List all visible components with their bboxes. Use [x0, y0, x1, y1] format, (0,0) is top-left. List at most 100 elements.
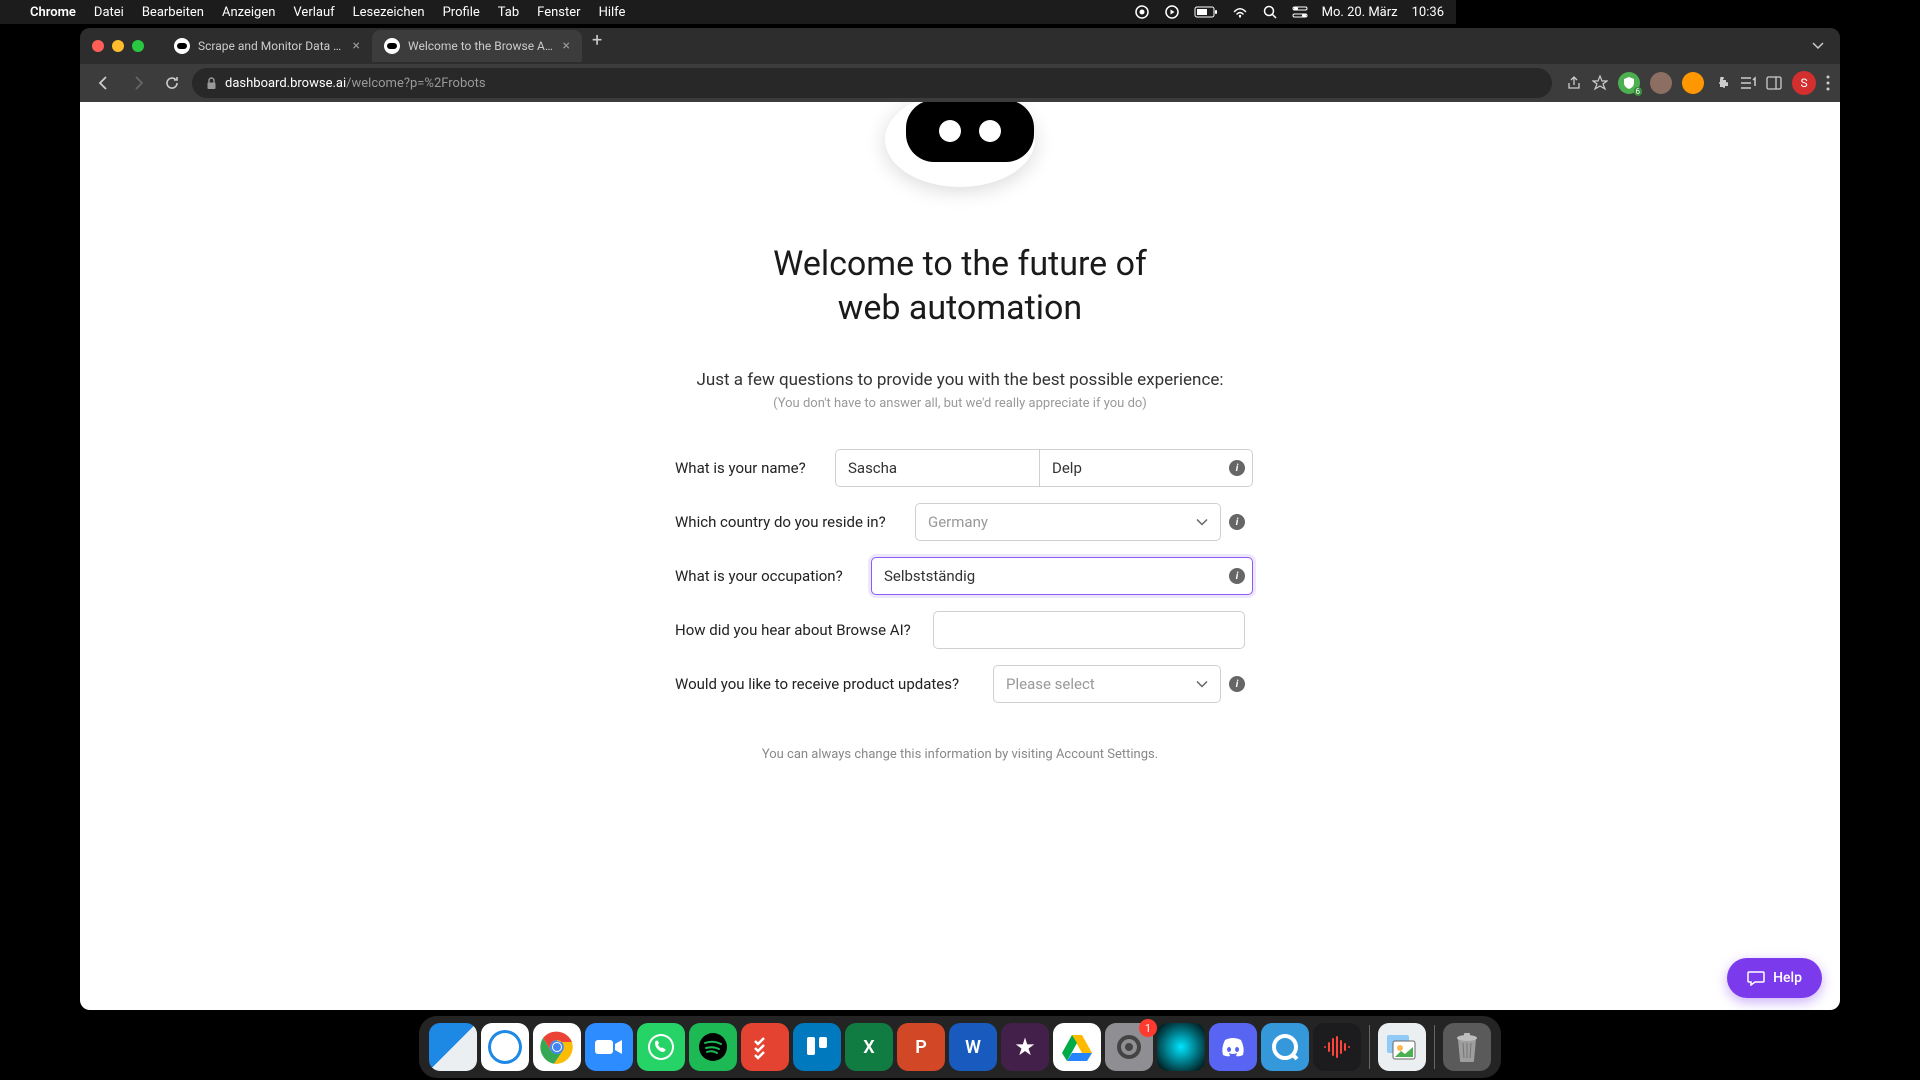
- tab-bar: Scrape and Monitor Data from × Welcome t…: [80, 28, 1840, 64]
- share-icon[interactable]: [1566, 75, 1582, 91]
- dock-preview[interactable]: [1378, 1023, 1426, 1071]
- occupation-input[interactable]: [871, 557, 1253, 595]
- page-content: Welcome to the future of web automation …: [80, 102, 1840, 1010]
- country-select[interactable]: Germany: [915, 503, 1221, 541]
- tab-close-icon[interactable]: ×: [563, 38, 570, 54]
- dock-separator: [1369, 1025, 1370, 1069]
- help-button[interactable]: Help: [1727, 958, 1822, 998]
- tab-favicon-icon: [174, 38, 190, 54]
- info-icon[interactable]: i: [1229, 514, 1245, 530]
- extension-icon[interactable]: [1650, 72, 1672, 94]
- menubar-item[interactable]: Verlauf: [293, 5, 334, 20]
- bookmark-icon[interactable]: [1592, 75, 1608, 91]
- dock-voice-memos[interactable]: [1313, 1023, 1361, 1071]
- updates-select[interactable]: Please select: [993, 665, 1221, 703]
- extension-icon[interactable]: [1682, 72, 1704, 94]
- dock-badge: 1: [1139, 1019, 1157, 1037]
- extension-adblock-icon[interactable]: 6: [1618, 72, 1640, 94]
- dock-zoom[interactable]: [585, 1023, 633, 1071]
- dock-finder[interactable]: [429, 1023, 477, 1071]
- page-subtitle-note: (You don't have to answer all, but we'd …: [773, 396, 1147, 411]
- window-maximize-button[interactable]: [132, 40, 144, 52]
- new-tab-button[interactable]: +: [582, 30, 612, 62]
- footer-note: You can always change this information b…: [762, 747, 1158, 762]
- page-subtitle: Just a few questions to provide you with…: [697, 370, 1224, 390]
- dock-discord[interactable]: [1209, 1023, 1257, 1071]
- mac-dock: X P W ★ 1: [419, 1016, 1501, 1078]
- reload-button[interactable]: [158, 69, 186, 97]
- occupation-label: What is your occupation?: [675, 567, 855, 585]
- menubar-item[interactable]: Fenster: [537, 5, 580, 20]
- dock-trello[interactable]: [793, 1023, 841, 1071]
- robot-logo-icon: [875, 102, 1045, 192]
- side-panel-icon[interactable]: [1766, 76, 1782, 90]
- heard-about-input[interactable]: [933, 611, 1245, 649]
- browser-toolbar: dashboard.browse.ai/welcome?p=%2Frobots …: [80, 64, 1840, 102]
- tab-title: Scrape and Monitor Data from: [198, 39, 345, 53]
- browser-tab-active[interactable]: Welcome to the Browse AI com ×: [372, 30, 582, 62]
- tab-title: Welcome to the Browse AI com: [408, 39, 555, 53]
- dock-imovie[interactable]: ★: [1001, 1023, 1049, 1071]
- country-label: Which country do you reside in?: [675, 513, 898, 531]
- lock-icon: [206, 77, 217, 90]
- search-icon[interactable]: [1262, 4, 1278, 20]
- dock-drive[interactable]: [1053, 1023, 1101, 1071]
- dock-settings[interactable]: 1: [1105, 1023, 1153, 1071]
- tab-close-icon[interactable]: ×: [353, 38, 360, 54]
- menubar-time[interactable]: 10:36: [1412, 5, 1444, 20]
- browser-tab[interactable]: Scrape and Monitor Data from ×: [162, 30, 372, 62]
- window-close-button[interactable]: [92, 40, 104, 52]
- wifi-icon[interactable]: [1232, 6, 1248, 18]
- extension-badge: 6: [1634, 87, 1643, 96]
- menubar-item[interactable]: Bearbeiten: [142, 5, 204, 20]
- dock-safari[interactable]: [481, 1023, 529, 1071]
- dock-whatsapp[interactable]: [637, 1023, 685, 1071]
- menubar-item[interactable]: Profile: [443, 5, 480, 20]
- dock-quicktime[interactable]: [1261, 1023, 1309, 1071]
- dock-trash[interactable]: [1443, 1023, 1491, 1071]
- record-icon[interactable]: [1134, 4, 1150, 20]
- url-path: /welcome?p=%2Frobots: [346, 76, 486, 91]
- extensions-icon[interactable]: [1714, 75, 1730, 91]
- menubar-item[interactable]: Anzeigen: [222, 5, 275, 20]
- url-domain: dashboard.browse.ai: [225, 76, 346, 91]
- chevron-down-icon: [1196, 680, 1208, 688]
- dock-spotify[interactable]: [689, 1023, 737, 1071]
- heard-about-label: How did you hear about Browse AI?: [675, 621, 923, 639]
- menubar-date[interactable]: Mo. 20. März: [1322, 5, 1398, 20]
- tabs-dropdown-icon[interactable]: [1804, 42, 1832, 50]
- info-icon[interactable]: i: [1229, 676, 1245, 692]
- dock-word[interactable]: W: [949, 1023, 997, 1071]
- control-center-icon[interactable]: [1292, 5, 1308, 19]
- mac-menubar: Chrome Datei Bearbeiten Anzeigen Verlauf…: [0, 0, 1456, 24]
- menubar-item[interactable]: Hilfe: [599, 5, 626, 20]
- onboarding-form: What is your name? i Which country do yo…: [675, 449, 1245, 719]
- battery-icon[interactable]: [1194, 6, 1218, 18]
- menubar-item[interactable]: Lesezeichen: [353, 5, 425, 20]
- back-button[interactable]: [90, 69, 118, 97]
- dock-todoist[interactable]: [741, 1023, 789, 1071]
- menubar-item[interactable]: Tab: [498, 5, 519, 20]
- dock-separator: [1434, 1025, 1435, 1069]
- window-minimize-button[interactable]: [112, 40, 124, 52]
- address-bar[interactable]: dashboard.browse.ai/welcome?p=%2Frobots: [192, 68, 1552, 98]
- chat-icon: [1747, 970, 1765, 986]
- menubar-item[interactable]: Datei: [94, 5, 124, 20]
- dock-siri[interactable]: [1157, 1023, 1205, 1071]
- page-headline: Welcome to the future of web automation: [773, 242, 1147, 330]
- chevron-down-icon: [1196, 518, 1208, 526]
- dock-powerpoint[interactable]: P: [897, 1023, 945, 1071]
- dock-chrome[interactable]: [533, 1023, 581, 1071]
- tab-favicon-icon: [384, 38, 400, 54]
- dock-excel[interactable]: X: [845, 1023, 893, 1071]
- first-name-input[interactable]: [835, 449, 1039, 487]
- play-icon[interactable]: [1164, 4, 1180, 20]
- profile-avatar[interactable]: S: [1792, 71, 1816, 95]
- name-label: What is your name?: [675, 459, 818, 477]
- chrome-window: Scrape and Monitor Data from × Welcome t…: [80, 28, 1840, 1010]
- reading-list-icon[interactable]: [1740, 76, 1756, 90]
- chrome-menu-icon[interactable]: [1826, 75, 1830, 91]
- menubar-app[interactable]: Chrome: [30, 5, 76, 20]
- forward-button[interactable]: [124, 69, 152, 97]
- last-name-input[interactable]: [1039, 449, 1253, 487]
